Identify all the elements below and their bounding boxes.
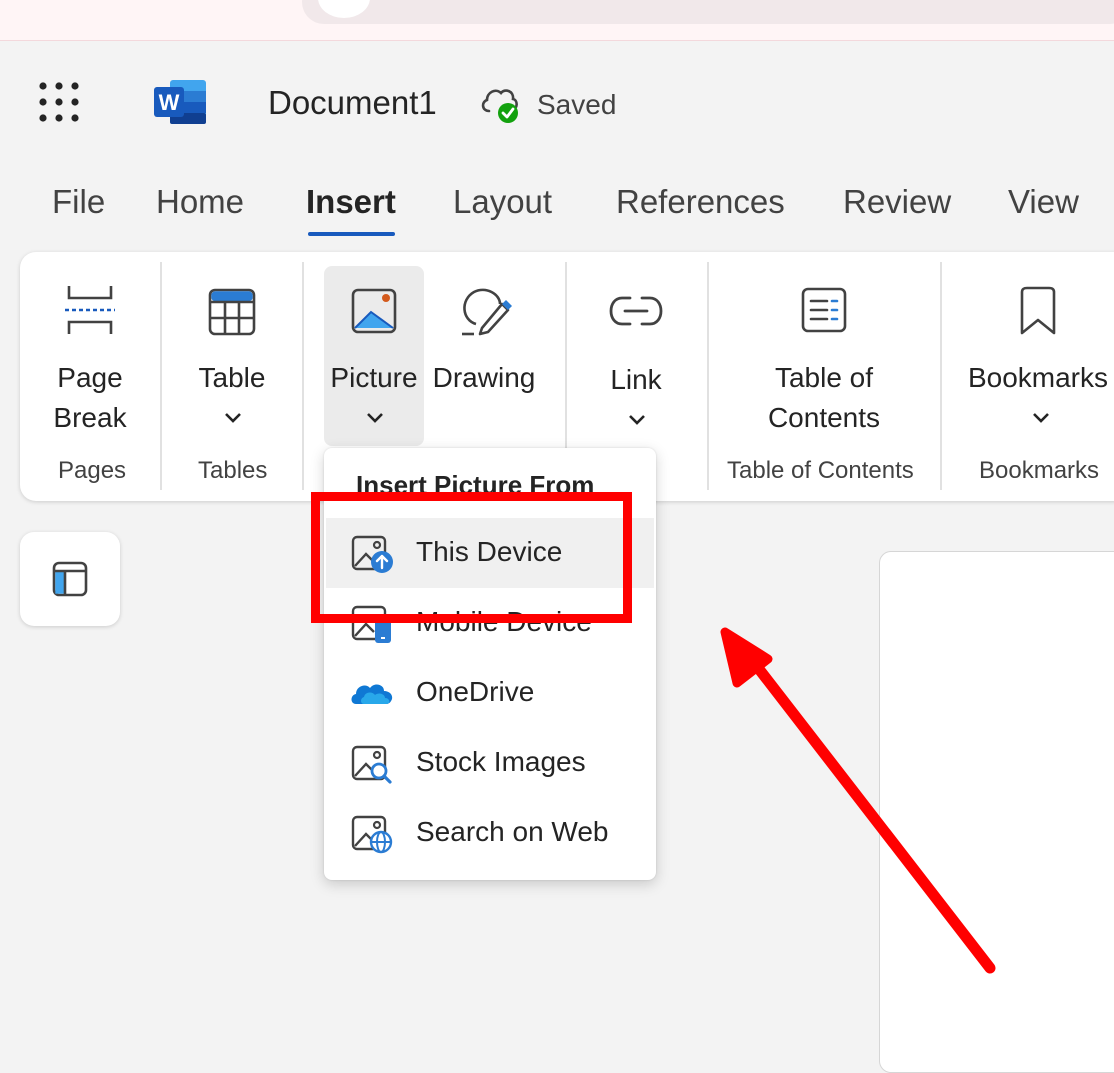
page-break-label-line2: Break: [53, 402, 127, 433]
drawing-label: Drawing: [432, 362, 536, 393]
picture-label: Picture: [330, 362, 418, 393]
table-of-contents-label-line2: Contents: [767, 402, 881, 433]
browser-address-bar-area: [0, 0, 1114, 41]
menu-item-this-device[interactable]: This Device: [326, 518, 654, 588]
active-tab-indicator: [308, 232, 395, 236]
drawing-button[interactable]: Drawing: [428, 270, 540, 440]
menu-item-mobile-device[interactable]: Mobile Device: [326, 588, 654, 658]
tab-view[interactable]: View: [1008, 183, 1079, 221]
link-label: Link: [610, 364, 662, 395]
cloud-saved-icon: [481, 89, 518, 123]
table-of-contents-button[interactable]: Table of Contents: [736, 270, 912, 440]
group-label-tables: Tables: [198, 457, 268, 484]
navigation-pane-icon: [52, 561, 88, 597]
menu-item-search-on-web[interactable]: Search on Web: [326, 798, 654, 868]
bookmark-icon: [1020, 286, 1056, 335]
link-icon: [609, 296, 663, 326]
picture-button[interactable]: Picture: [324, 266, 424, 446]
word-logo-icon[interactable]: W: [154, 78, 208, 126]
chevron-down-icon: [367, 413, 383, 423]
navigation-pane-toggle[interactable]: [20, 532, 120, 626]
image-search-icon: [351, 745, 392, 784]
ribbon-divider: [302, 262, 304, 490]
menu-item-onedrive[interactable]: OneDrive: [326, 658, 654, 728]
table-label: Table: [198, 362, 266, 393]
ribbon-divider: [707, 262, 709, 490]
document-page[interactable]: [879, 551, 1114, 1073]
page-break-icon: [65, 286, 115, 334]
drawing-icon: [462, 288, 512, 336]
image-phone-icon: [351, 605, 391, 643]
chevron-down-icon: [629, 415, 645, 425]
group-label-pages: Pages: [58, 457, 127, 484]
chevron-down-icon: [1033, 413, 1049, 423]
chevron-down-icon: [225, 413, 241, 423]
save-status: Saved: [537, 89, 617, 120]
onedrive-icon: [351, 684, 393, 704]
tab-file[interactable]: File: [52, 183, 105, 221]
menu-item-label: This Device: [416, 536, 563, 567]
menu-item-label: Mobile Device: [416, 606, 592, 637]
tab-insert[interactable]: Insert: [306, 183, 396, 221]
browser-address-bar[interactable]: [302, 0, 1114, 24]
bookmarks-label: Bookmarks: [967, 362, 1109, 393]
picture-icon: [351, 288, 397, 334]
menu-header: Insert Picture From: [356, 470, 595, 500]
menu-item-label: OneDrive: [416, 676, 535, 707]
tab-references[interactable]: References: [616, 183, 785, 221]
tab-layout[interactable]: Layout: [453, 183, 552, 221]
image-web-icon: [351, 815, 393, 854]
table-of-contents-icon: [801, 287, 847, 333]
svg-text:W: W: [159, 90, 180, 115]
document-title[interactable]: Document1: [268, 84, 437, 122]
group-label-table-of-contents: Table of Contents: [727, 457, 914, 484]
ribbon-divider: [940, 262, 942, 490]
ribbon-divider: [160, 262, 162, 490]
menu-item-label: Stock Images: [416, 746, 586, 777]
group-label-bookmarks: Bookmarks: [979, 457, 1100, 484]
bookmarks-button[interactable]: Bookmarks: [962, 270, 1114, 440]
app-launcher-icon[interactable]: [38, 81, 80, 123]
table-of-contents-label-line1: Table of: [774, 362, 874, 393]
image-upload-icon: [351, 535, 393, 573]
tab-review[interactable]: Review: [843, 183, 951, 221]
menu-item-stock-images[interactable]: Stock Images: [326, 728, 654, 798]
table-icon: [208, 288, 256, 336]
tab-home[interactable]: Home: [156, 183, 244, 221]
page-break-label-line1: Page: [57, 362, 123, 393]
menu-item-label: Search on Web: [416, 816, 609, 847]
page-break-button[interactable]: Page Break: [40, 270, 140, 440]
table-button[interactable]: Table: [182, 270, 282, 440]
link-button[interactable]: Link: [586, 270, 686, 440]
